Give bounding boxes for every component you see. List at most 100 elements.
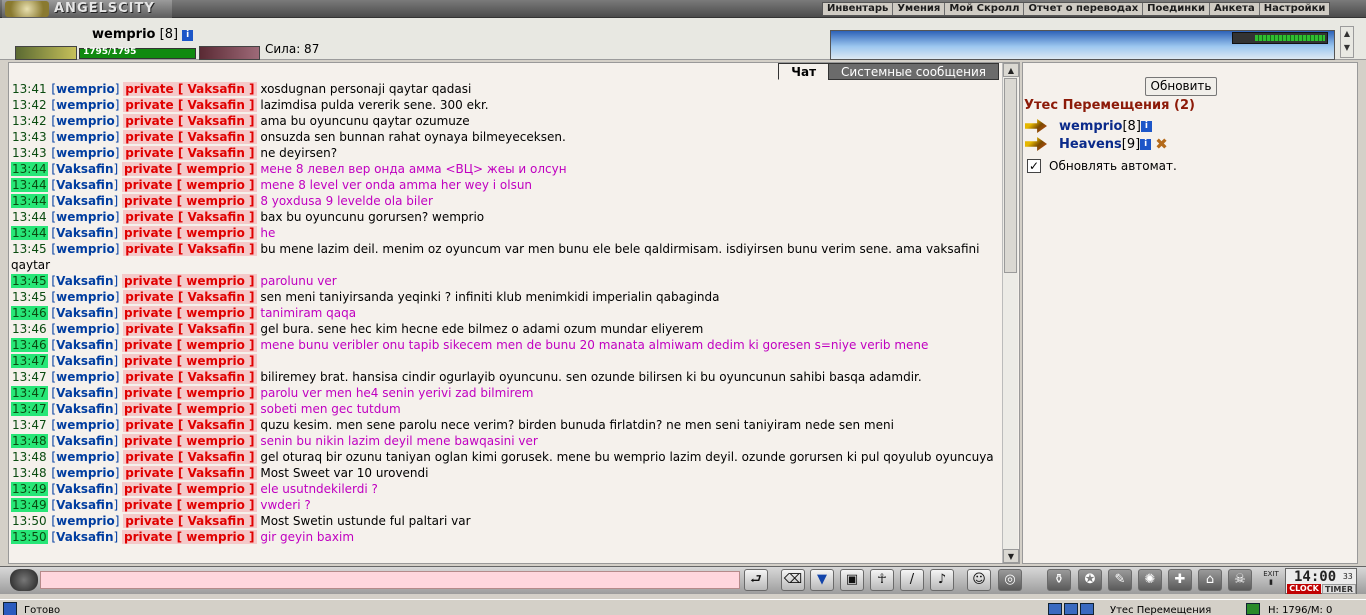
message-sender[interactable]: [Vaksafin] [51, 482, 118, 496]
message-sender[interactable]: [wemprio] [51, 418, 119, 432]
menu-item-transfer-report[interactable]: Отчет о переводах [1024, 3, 1144, 15]
message-sender[interactable]: [Vaksafin] [51, 162, 118, 176]
user-name[interactable]: Heavens [1059, 137, 1122, 152]
private-recipient[interactable]: private [ wemprio ] [122, 530, 257, 544]
message-sender[interactable]: [wemprio] [51, 82, 119, 96]
spell-icon[interactable]: ✺ [1138, 569, 1162, 591]
money-icon[interactable]: ✪ [1078, 569, 1102, 591]
scroll-up-icon[interactable]: ▲ [1341, 27, 1353, 41]
sender-name[interactable]: wemprio [56, 418, 115, 432]
private-recipient[interactable]: private [ Vaksafin ] [123, 322, 257, 336]
message-sender[interactable]: [wemprio] [51, 146, 119, 160]
private-recipient[interactable]: private [ Vaksafin ] [123, 290, 257, 304]
message-sender[interactable]: [Vaksafin] [51, 434, 118, 448]
private-recipient[interactable]: private [ Vaksafin ] [123, 98, 257, 112]
chat-settings-icon[interactable]: ◎ [998, 569, 1022, 591]
character-name-text[interactable]: wemprio [92, 27, 155, 42]
private-recipient[interactable]: private [ Vaksafin ] [123, 370, 257, 384]
tab-system-messages[interactable]: Системные сообщения [828, 63, 999, 80]
sender-name[interactable]: wemprio [56, 322, 115, 336]
private-recipient[interactable]: private [ Vaksafin ] [123, 242, 257, 256]
refresh-button[interactable]: Обновить [1145, 77, 1217, 96]
sender-name[interactable]: Vaksafin [56, 354, 113, 368]
translit-icon[interactable]: / [900, 569, 924, 591]
auto-refresh-checkbox[interactable]: ✓ Обновлять автомат. [1027, 159, 1177, 173]
sender-name[interactable]: Vaksafin [56, 274, 113, 288]
private-recipient[interactable]: private [ Vaksafin ] [123, 130, 257, 144]
private-recipient[interactable]: private [ wemprio ] [122, 498, 257, 512]
user-row[interactable]: wemprio [8] i [1025, 117, 1152, 135]
home-icon[interactable]: ⌂ [1198, 569, 1222, 591]
sound-icon[interactable]: ♪ [930, 569, 954, 591]
sender-name[interactable]: Vaksafin [56, 194, 113, 208]
chat-menu-button[interactable] [10, 569, 38, 591]
private-recipient[interactable]: private [ Vaksafin ] [123, 210, 257, 224]
message-sender[interactable]: [wemprio] [51, 242, 119, 256]
message-sender[interactable]: [wemprio] [51, 450, 119, 464]
avatar[interactable] [15, 46, 77, 60]
sender-name[interactable]: Vaksafin [56, 226, 113, 240]
message-sender[interactable]: [Vaksafin] [51, 402, 118, 416]
sender-name[interactable]: wemprio [56, 370, 115, 384]
private-recipient[interactable]: private [ wemprio ] [122, 354, 257, 368]
header-scrollbar[interactable]: ▲ ▼ [1340, 26, 1354, 58]
sender-name[interactable]: Vaksafin [56, 530, 113, 544]
private-recipient[interactable]: private [ wemprio ] [122, 178, 257, 192]
sender-name[interactable]: Vaksafin [56, 306, 113, 320]
private-recipient[interactable]: private [ Vaksafin ] [123, 146, 257, 160]
menu-item-duels[interactable]: Поединки [1143, 3, 1210, 15]
message-sender[interactable]: [Vaksafin] [51, 338, 118, 352]
message-sender[interactable]: [Vaksafin] [51, 306, 118, 320]
private-recipient[interactable]: private [ Vaksafin ] [123, 514, 257, 528]
menu-item-profile[interactable]: Анкета [1210, 3, 1260, 15]
opponent-avatar[interactable] [199, 46, 260, 60]
chat-scrollbar[interactable]: ▲ ▼ [1002, 63, 1019, 563]
message-sender[interactable]: [Vaksafin] [51, 194, 118, 208]
clock-button[interactable]: CLOCK [1287, 584, 1321, 594]
info-icon[interactable]: i [182, 30, 194, 41]
scroll-down-icon[interactable]: ▼ [1341, 41, 1353, 55]
private-recipient[interactable]: private [ wemprio ] [122, 402, 257, 416]
scroll-down-icon[interactable]: ▼ [1003, 549, 1019, 563]
menu-item-skills[interactable]: Умения [893, 3, 946, 15]
sender-name[interactable]: wemprio [56, 290, 115, 304]
message-sender[interactable]: [wemprio] [51, 98, 119, 112]
sender-name[interactable]: wemprio [56, 466, 115, 480]
private-recipient[interactable]: private [ Vaksafin ] [123, 114, 257, 128]
sender-name[interactable]: Vaksafin [56, 402, 113, 416]
private-recipient[interactable]: private [ Vaksafin ] [123, 450, 257, 464]
sender-name[interactable]: Vaksafin [56, 482, 113, 496]
chat-input[interactable] [40, 571, 740, 589]
person-icon[interactable]: ☥ [870, 569, 894, 591]
message-sender[interactable]: [Vaksafin] [51, 386, 118, 400]
sender-name[interactable]: wemprio [56, 114, 115, 128]
guild-icon[interactable]: ✚ [1168, 569, 1192, 591]
user-row[interactable]: Heavens [9] i ✖ [1025, 135, 1168, 153]
message-sender[interactable]: [Vaksafin] [51, 354, 118, 368]
message-sender[interactable]: [Vaksafin] [51, 530, 118, 544]
scroll-up-icon[interactable]: ▲ [1003, 63, 1019, 77]
message-sender[interactable]: [wemprio] [51, 210, 119, 224]
private-recipient[interactable]: private [ wemprio ] [122, 194, 257, 208]
save-icon[interactable]: ▣ [840, 569, 864, 591]
user-name[interactable]: wemprio [1059, 119, 1122, 134]
sender-name[interactable]: wemprio [56, 242, 115, 256]
sender-name[interactable]: wemprio [56, 146, 115, 160]
menu-item-my-scroll[interactable]: Мой Скролл [945, 3, 1025, 15]
sender-name[interactable]: wemprio [56, 450, 115, 464]
message-sender[interactable]: [Vaksafin] [51, 498, 118, 512]
message-sender[interactable]: [wemprio] [51, 130, 119, 144]
private-recipient[interactable]: private [ Vaksafin ] [123, 418, 257, 432]
smiley-icon[interactable]: ☺ [967, 569, 991, 591]
message-sender[interactable]: [wemprio] [51, 290, 119, 304]
private-recipient[interactable]: private [ wemprio ] [122, 162, 257, 176]
private-recipient[interactable]: private [ wemprio ] [122, 386, 257, 400]
message-sender[interactable]: [Vaksafin] [51, 274, 118, 288]
message-sender[interactable]: [wemprio] [51, 370, 119, 384]
private-recipient[interactable]: private [ wemprio ] [122, 226, 257, 240]
exit-icon[interactable]: EXIT ▮ [1262, 570, 1280, 590]
scroll-thumb[interactable] [1004, 78, 1017, 273]
private-recipient[interactable]: private [ wemprio ] [122, 306, 257, 320]
sender-name[interactable]: Vaksafin [56, 338, 113, 352]
attack-icon[interactable]: ✖ [1155, 135, 1168, 153]
